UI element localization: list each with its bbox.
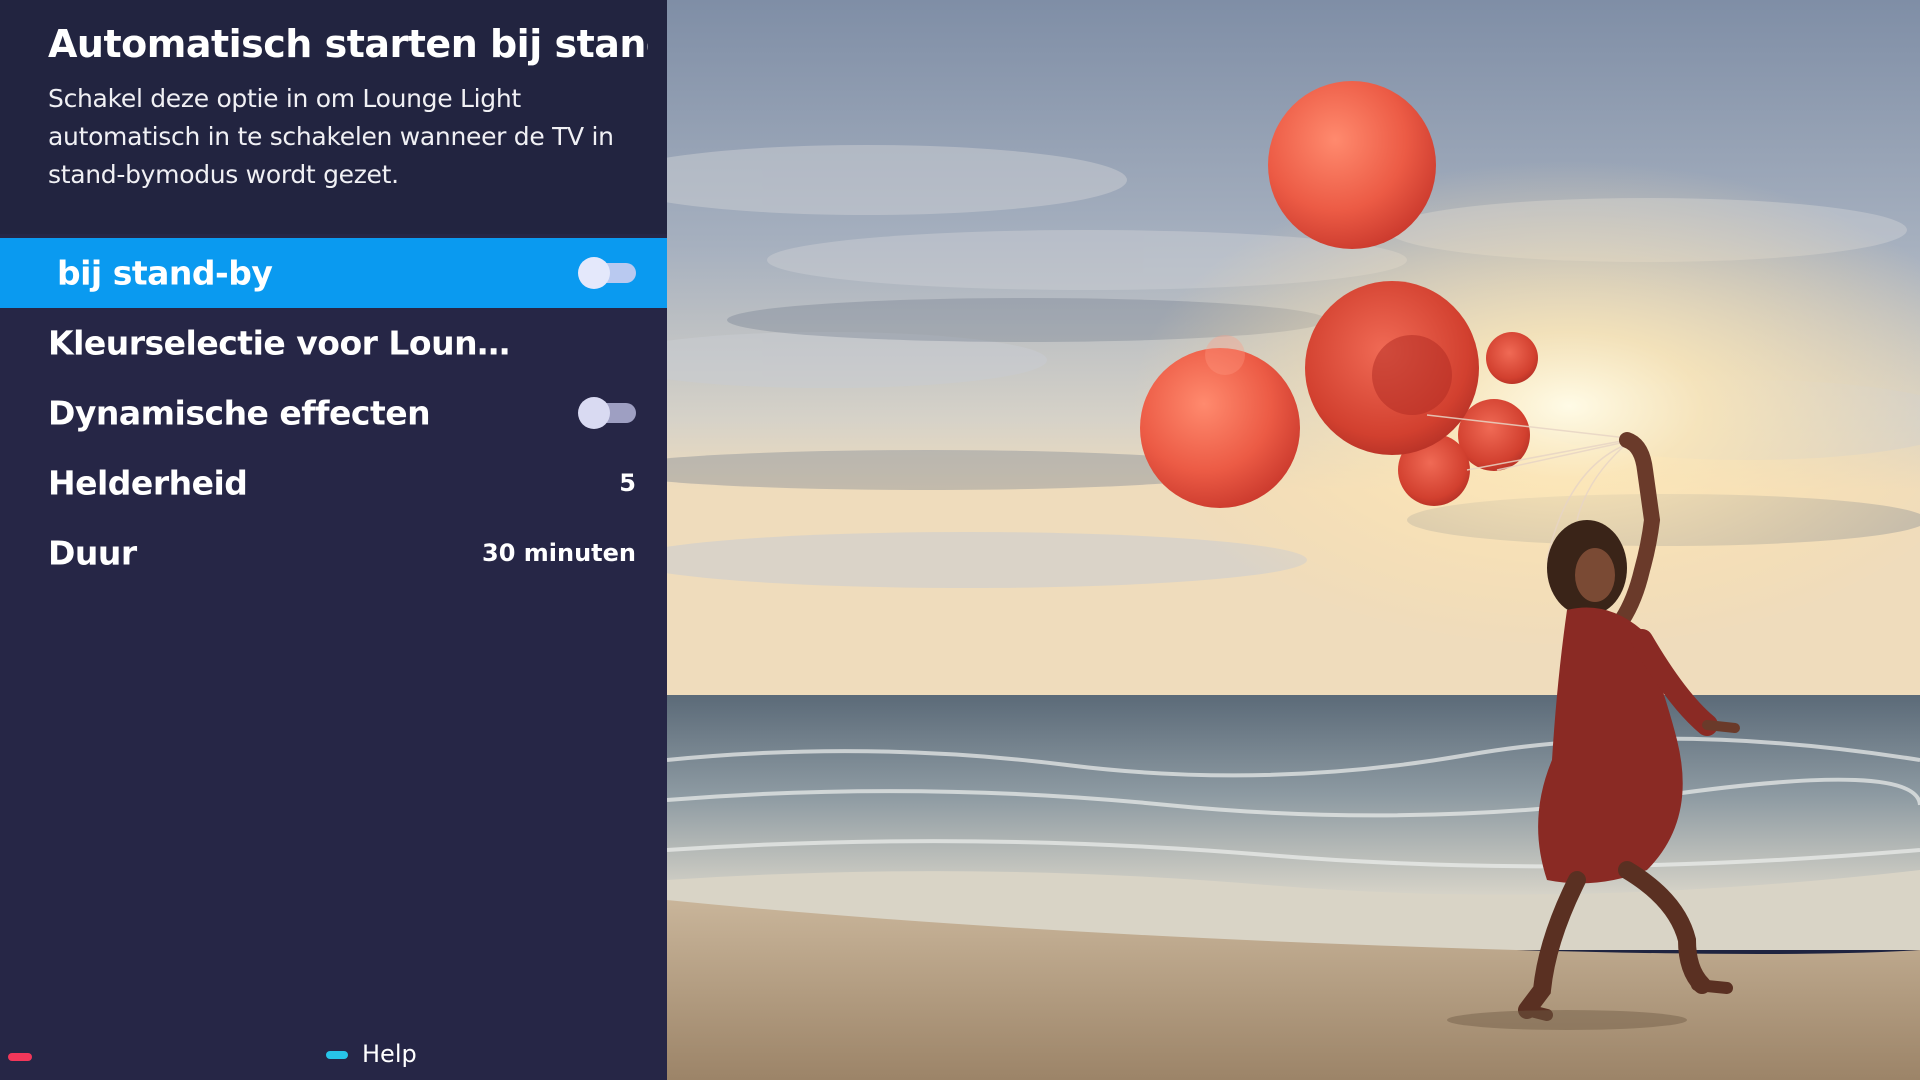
red-key-indicator[interactable] (8, 1053, 32, 1061)
beach-balloons-image (667, 0, 1920, 1080)
panel-title: Automatisch starten bij stand… (48, 22, 648, 66)
menu-item-label: Dynamische effecten (48, 393, 431, 433)
toggle-knob (578, 397, 610, 429)
help-label[interactable]: Help (362, 1040, 417, 1068)
help-key-indicator[interactable] (326, 1051, 348, 1059)
toggle-knob (578, 257, 610, 289)
dynamic-effects-toggle-switch[interactable] (578, 397, 636, 429)
duration-value: 30 minuten (482, 539, 636, 567)
menu-item-helderheid[interactable]: Helderheid 5 (0, 448, 667, 518)
menu-item-label: bij stand-by (57, 253, 273, 293)
menu-item-kleurselectie[interactable]: Kleurselectie voor Loun… (0, 308, 667, 378)
standby-toggle-switch[interactable] (578, 257, 636, 289)
menu-item-duur[interactable]: Duur 30 minuten (0, 518, 667, 588)
menu-item-label: Kleurselectie voor Loun… (48, 323, 510, 363)
settings-panel: Automatisch starten bij stand… Schakel d… (0, 0, 667, 1080)
menu-item-dynamische-effecten[interactable]: Dynamische effecten (0, 378, 667, 448)
panel-header: Automatisch starten bij stand… Schakel d… (0, 0, 667, 234)
menu-item-label: Duur (48, 533, 137, 573)
menu-item-bij-stand-by[interactable]: bij stand-by (0, 238, 667, 308)
tv-screen: Automatisch starten bij stand… Schakel d… (0, 0, 1920, 1080)
menu-item-label: Helderheid (48, 463, 248, 503)
brightness-value: 5 (619, 469, 636, 497)
panel-description: Schakel deze optie in om Lounge Light au… (48, 84, 614, 189)
background-photo (667, 0, 1920, 1080)
